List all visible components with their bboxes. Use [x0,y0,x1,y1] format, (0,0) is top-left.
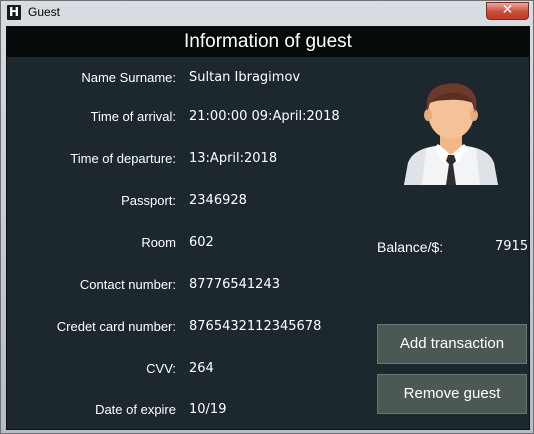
credit-card-number-label: Credet card number: [56,319,176,334]
close-icon: ✕ [501,2,514,18]
time-of-arrival-label: Time of arrival: [90,109,176,124]
user-avatar-icon [404,83,498,185]
app-icon: H [7,5,21,20]
title-bar[interactable]: H Guest ✕ [1,1,533,25]
date-of-expire-value: 10/19 [189,402,227,417]
page-title: Information of guest [7,27,529,57]
contact-number-label: Contact number: [79,277,176,292]
passport-label: Passport: [121,193,176,208]
cvv-label: CVV: [146,361,176,376]
balance-label: Balance/$: [377,239,444,255]
window-title: Guest [28,5,61,19]
guest-window: H Guest ✕ Information of guest Name Surn… [0,0,534,434]
balance-value: 7915 [495,239,529,254]
name-surname-label: Name Surname: [81,70,176,85]
name-surname-value: Sultan Ibragimov [189,70,301,85]
add-transaction-button[interactable]: Add transaction [377,324,527,364]
date-of-expire-label: Date of expire [95,402,176,417]
time-of-arrival-value: 21:00:00 09:April:2018 [189,109,340,124]
time-of-departure-value: 13:April:2018 [189,151,278,166]
guest-info-panel: Information of guest Name Surname: Sulta… [6,26,530,430]
passport-value: 2346928 [189,193,247,208]
room-value: 602 [189,235,214,250]
room-label: Room [141,235,176,250]
contact-number-value: 87776541243 [189,277,280,292]
remove-guest-button[interactable]: Remove guest [377,374,527,414]
time-of-departure-label: Time of departure: [70,151,176,166]
close-button[interactable]: ✕ [486,2,529,20]
cvv-value: 264 [189,361,214,376]
credit-card-number-value: 8765432112345678 [189,319,322,334]
